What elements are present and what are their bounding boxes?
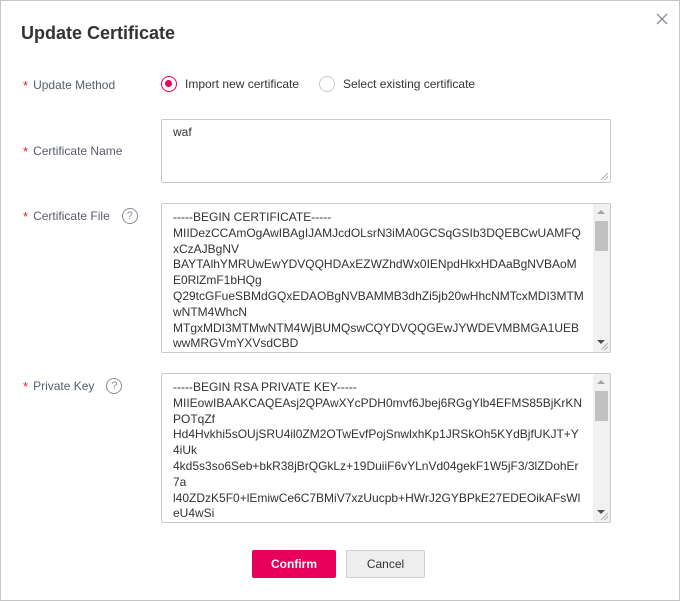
scrollbar[interactable]: [593, 204, 610, 352]
required-star-icon: *: [23, 209, 29, 224]
scroll-thumb[interactable]: [595, 221, 608, 251]
text-line: MIIEowIBAAKCAQEAsj2QPAwXYcPDH0mvf6Jbej6R…: [173, 395, 583, 410]
radio-unchecked-icon: [319, 76, 336, 92]
close-button[interactable]: [653, 10, 671, 28]
certificate-file-label-row: * Certificate File ?: [23, 208, 138, 224]
text-line: wwMRGVmYXVsdCBD: [173, 336, 299, 351]
text-line: MIIDezCCAmOgAwIBAgIJAMJcdOLsrN3iMA0GCSqG…: [173, 225, 581, 240]
certificate-name-value: waf: [173, 125, 192, 139]
text-line: POTqZf: [173, 411, 216, 426]
dialog-title: Update Certificate: [21, 23, 176, 43]
text-line: xCzAJBgNV: [173, 241, 240, 256]
text-line: Q29tcGFueSBMdGQxEDAOBgNVBAMMB3dhZi5jb20w…: [173, 288, 584, 303]
radio-label: Import new certificate: [185, 77, 300, 91]
update-method-label-row: * Update Method: [23, 78, 115, 92]
cancel-button[interactable]: Cancel: [346, 550, 425, 578]
radio-select-existing-certificate[interactable]: Select existing certificate: [319, 76, 475, 92]
private-key-label-row: * Private Key ?: [23, 378, 123, 394]
text-line: E0RlZmF1bHQg: [173, 273, 262, 288]
private-key-label: Private Key: [33, 379, 95, 393]
question-circle-icon[interactable]: ?: [121, 208, 138, 224]
text-line: 7a: [173, 474, 187, 489]
resize-grip-icon[interactable]: [601, 513, 608, 520]
required-star-icon: *: [23, 78, 29, 93]
required-star-icon: *: [23, 379, 29, 394]
text-line: aXR5MRwwGgYDVQQKDBNEZWZhdWx0IENvbXBhbnkg…: [173, 352, 590, 353]
scrollbar[interactable]: [593, 374, 610, 522]
text-line: 4iUk: [173, 443, 198, 458]
certificate-file-content: -----BEGIN CERTIFICATE----- MIIDezCCAmOgA…: [173, 210, 590, 353]
text-line: -----BEGIN CERTIFICATE-----: [173, 210, 332, 224]
private-key-content: -----BEGIN RSA PRIVATE KEY----- MIIEowIBA…: [173, 380, 590, 523]
certificate-name-label-row: * Certificate Name: [23, 144, 122, 158]
close-icon: [656, 13, 668, 25]
scroll-up-arrow-icon[interactable]: [597, 380, 605, 384]
certificate-name-label: Certificate Name: [33, 144, 123, 158]
resize-grip-icon[interactable]: [601, 343, 608, 350]
private-key-textarea[interactable]: -----BEGIN RSA PRIVATE KEY----- MIIEowIBA…: [161, 373, 611, 523]
question-circle-icon[interactable]: ?: [106, 378, 123, 394]
text-line: wNTM4WhcN: [173, 304, 247, 319]
text-line: BAYTAlhYMRUwEwYDVQQHDAxEZWZhdWx0IENpdHkx…: [173, 257, 577, 272]
text-line: l40ZDzK5F0+lEmiwCe6C7BMiV7xzUucpb+HWrJ2G…: [173, 490, 581, 505]
update-method-radio-group: Import new certificate Select existing c…: [161, 76, 495, 92]
update-certificate-dialog: Update Certificate * Update Method Impor…: [0, 0, 680, 601]
radio-checked-icon: [161, 76, 177, 92]
text-line: Hd4Hvkhi5sOUjSRU4il0ZM2OTwEvfPojSnwlxhKp…: [173, 427, 579, 442]
radio-label: Select existing certificate: [343, 77, 476, 91]
scroll-up-arrow-icon[interactable]: [597, 210, 605, 214]
text-line: MTgxMDI3MTMwNTM4WjBUMQswCQYDVQQGEwJYWDEV…: [173, 320, 580, 335]
text-line: -----BEGIN RSA PRIVATE KEY-----: [173, 380, 357, 394]
certificate-file-textarea[interactable]: -----BEGIN CERTIFICATE----- MIIDezCCAmOgA…: [161, 203, 611, 353]
text-line: eU4wSi: [173, 506, 215, 521]
text-line: 4kd5s3so6Seb+bkR38jBrQGkLz+19DuiiF6vYLnV…: [173, 458, 579, 473]
update-method-label: Update Method: [33, 78, 116, 92]
resize-grip-icon[interactable]: [601, 173, 608, 180]
certificate-file-label: Certificate File: [33, 209, 110, 223]
text-line: l+EJQlAdQPF/9exTqg+BF1SGr5701Kezgj8lzBSY…: [173, 522, 590, 523]
confirm-button[interactable]: Confirm: [252, 550, 336, 578]
certificate-name-input[interactable]: waf: [161, 119, 611, 183]
scroll-thumb[interactable]: [595, 391, 608, 421]
required-star-icon: *: [23, 144, 29, 159]
radio-import-new-certificate[interactable]: Import new certificate: [161, 76, 299, 92]
